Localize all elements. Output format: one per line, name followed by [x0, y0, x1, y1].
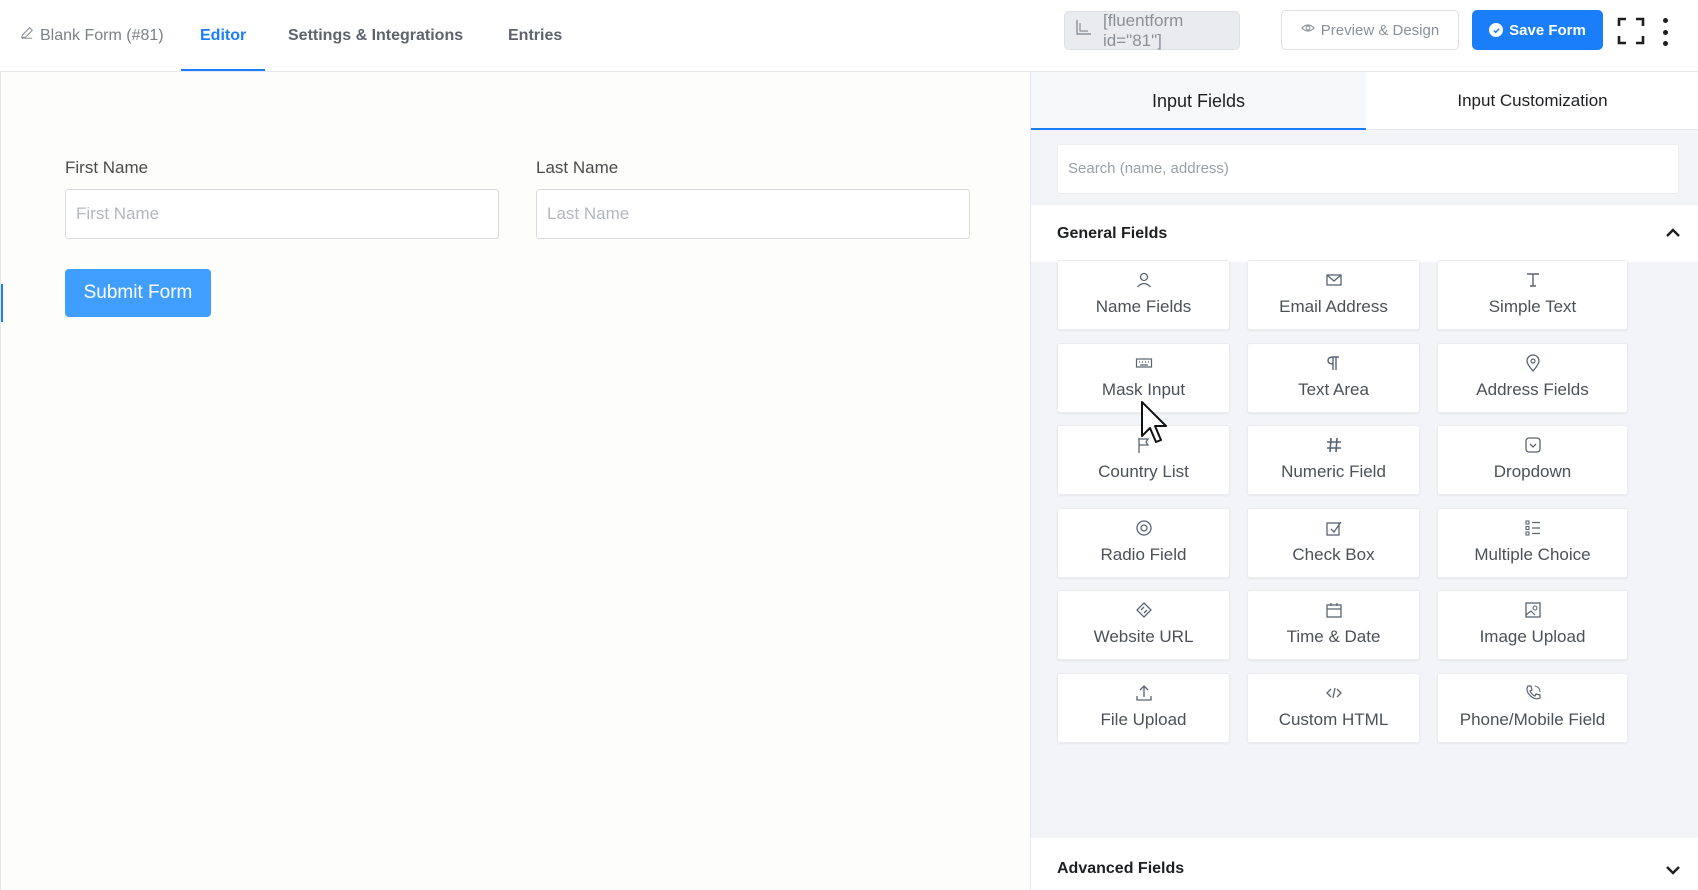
field-search-input[interactable]: Search (name, address): [1057, 144, 1679, 194]
image-icon: [1523, 600, 1543, 620]
keyboard-icon: [1134, 353, 1154, 373]
field-card-label: File Upload: [1100, 710, 1187, 729]
field-card-numeric-field[interactable]: Numeric Field: [1247, 425, 1420, 495]
submit-form-button[interactable]: Submit Form: [65, 269, 211, 317]
shortcode-icon: [1073, 18, 1093, 43]
tab-input-fields[interactable]: Input Fields: [1031, 72, 1366, 130]
list-icon: [1523, 518, 1543, 538]
field-card-label: Simple Text: [1488, 297, 1577, 316]
general-fields-header[interactable]: General Fields: [1031, 205, 1698, 262]
field-card-mask-input[interactable]: Mask Input: [1057, 343, 1230, 413]
field-card-custom-html[interactable]: Custom HTML: [1247, 673, 1420, 743]
form-title-text: Blank Form (#81): [40, 26, 164, 44]
field-card-file-upload[interactable]: File Upload: [1057, 673, 1230, 743]
tab-settings-integrations[interactable]: Settings & Integrations: [269, 0, 482, 71]
field-card-image-upload[interactable]: Image Upload: [1437, 590, 1628, 660]
form-editor-canvas: First Name First Name Last Name Last Nam…: [0, 72, 1030, 890]
field-card-label: Time & Date: [1286, 627, 1381, 646]
field-card-label: Email Address: [1279, 297, 1388, 316]
upload-icon: [1134, 683, 1154, 703]
radio-icon: [1134, 518, 1154, 538]
field-card-label: Radio Field: [1100, 545, 1187, 564]
paragraph-icon: [1324, 353, 1344, 373]
field-card-label: Dropdown: [1493, 462, 1572, 481]
text-icon: [1523, 270, 1543, 290]
phone-icon: [1523, 683, 1543, 703]
save-form-button[interactable]: Save Form: [1472, 10, 1603, 50]
shortcode-copy[interactable]: [fluentform id="81"]: [1064, 11, 1240, 50]
field-card-country-list[interactable]: Country List: [1057, 425, 1230, 495]
user-icon: [1134, 270, 1154, 290]
field-card-label: Custom HTML: [1278, 710, 1389, 729]
panel-tabs: Input Fields Input Customization: [1031, 72, 1698, 130]
flag-icon: [1134, 435, 1154, 455]
fullscreen-icon[interactable]: [1617, 17, 1645, 45]
field-card-label: Website URL: [1093, 627, 1194, 646]
field-card-multiple-choice[interactable]: Multiple Choice: [1437, 508, 1628, 578]
field-card-address-fields[interactable]: Address Fields: [1437, 343, 1628, 413]
tab-editor[interactable]: Editor: [181, 0, 266, 71]
first-name-input[interactable]: First Name: [65, 189, 499, 239]
field-card-email-address[interactable]: Email Address: [1247, 260, 1420, 330]
field-card-label: Image Upload: [1479, 627, 1586, 646]
preview-design-label: Preview & Design: [1320, 21, 1440, 39]
last-name-label: Last Name: [536, 158, 619, 177]
field-card-phone-mobile-field[interactable]: Phone/Mobile Field: [1437, 673, 1628, 743]
field-card-label: Text Area: [1298, 380, 1369, 399]
calendar-icon: [1324, 600, 1344, 620]
check-circle-icon: [1489, 23, 1504, 37]
field-card-check-box[interactable]: Check Box: [1247, 508, 1420, 578]
save-form-label: Save Form: [1509, 21, 1586, 39]
field-card-website-url[interactable]: Website URL: [1057, 590, 1230, 660]
advanced-fields-header[interactable]: Advanced Fields: [1031, 838, 1698, 890]
fields-panel: Input Fields Input Customization Search …: [1030, 72, 1698, 890]
field-card-simple-text[interactable]: Simple Text: [1437, 260, 1628, 330]
field-card-radio-field[interactable]: Radio Field: [1057, 508, 1230, 578]
last-name-input[interactable]: Last Name: [536, 189, 970, 239]
chevron-up-icon: [1665, 225, 1681, 241]
field-card-label: Name Fields: [1095, 297, 1192, 316]
hash-icon: [1324, 435, 1344, 455]
chevron-down-icon: [1665, 862, 1681, 878]
more-options-icon[interactable]: [1660, 18, 1670, 46]
field-card-name-fields[interactable]: Name Fields: [1057, 260, 1230, 330]
field-card-label: Check Box: [1292, 545, 1375, 564]
tab-entries[interactable]: Entries: [489, 0, 581, 71]
tab-input-customization[interactable]: Input Customization: [1366, 72, 1698, 130]
top-bar: Blank Form (#81) Editor Settings & Integ…: [0, 0, 1698, 72]
preview-design-button[interactable]: Preview & Design: [1281, 10, 1459, 50]
map-pin-icon: [1523, 353, 1543, 373]
code-icon: [1324, 683, 1344, 703]
field-card-label: Multiple Choice: [1474, 545, 1591, 564]
shortcode-text: [fluentform id="81"]: [1103, 10, 1184, 50]
link-icon: [1134, 600, 1154, 620]
pencil-icon: [20, 26, 34, 45]
field-card-label: Phone/Mobile Field: [1459, 710, 1606, 729]
form-title[interactable]: Blank Form (#81): [20, 26, 164, 45]
field-card-time-date[interactable]: Time & Date: [1247, 590, 1420, 660]
eye-icon: [1300, 21, 1315, 39]
first-name-label: First Name: [65, 158, 149, 177]
field-card-label: Mask Input: [1101, 380, 1186, 399]
dropdown-icon: [1523, 435, 1543, 455]
field-card-label: Address Fields: [1476, 380, 1589, 399]
advanced-fields-title: Advanced Fields: [1057, 860, 1185, 877]
editor-edge-marker: [1, 284, 3, 322]
field-card-text-area[interactable]: Text Area: [1247, 343, 1420, 413]
field-card-label: Country List: [1098, 462, 1189, 481]
field-card-label: Numeric Field: [1281, 462, 1386, 481]
field-card-dropdown[interactable]: Dropdown: [1437, 425, 1628, 495]
envelope-icon: [1324, 270, 1344, 290]
general-fields-title: General Fields: [1057, 225, 1168, 242]
checkbox-icon: [1324, 518, 1344, 538]
